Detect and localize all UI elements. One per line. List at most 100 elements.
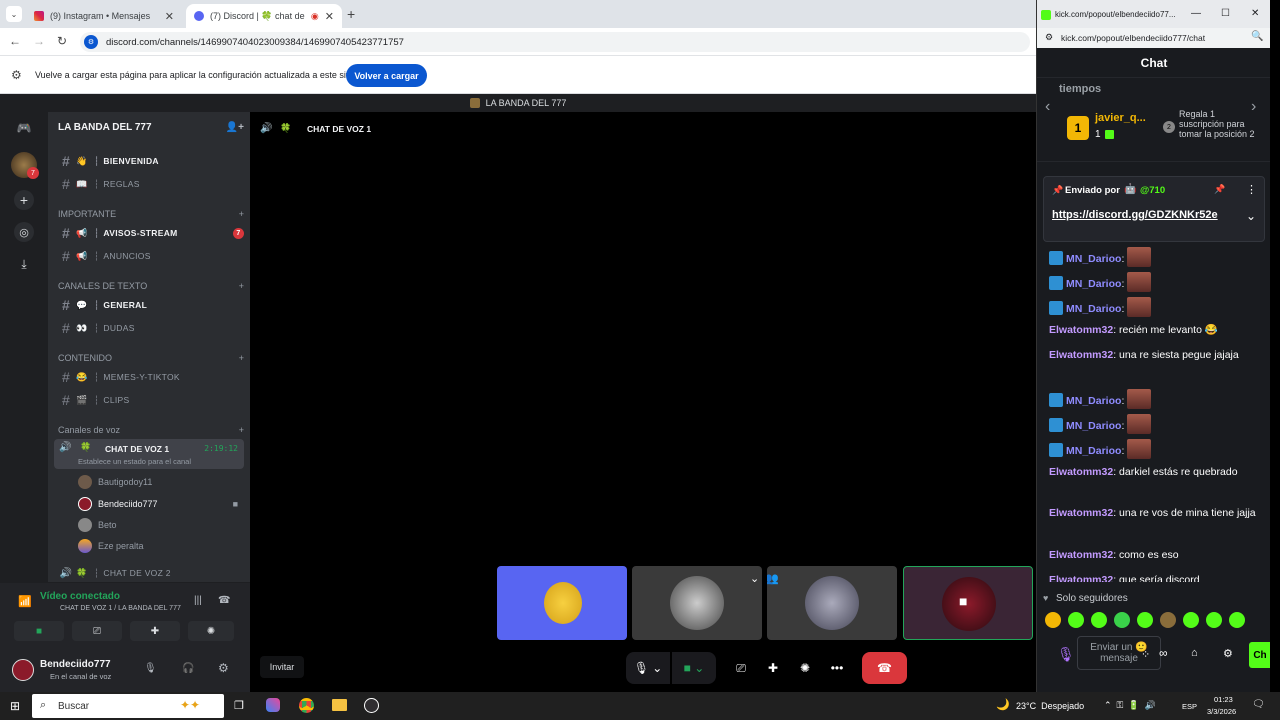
close-icon[interactable]: ✕ [325,10,334,23]
chat-send-button[interactable]: Ch [1249,642,1270,668]
mic-icon[interactable]: 🎙 [1057,646,1075,663]
new-tab-button[interactable]: + [347,6,355,22]
emote-icon[interactable] [1114,612,1130,628]
tab-search-icon[interactable]: ⌄ [6,6,22,22]
category-voz[interactable]: Canales de voz + [58,425,244,435]
add-channel-icon[interactable]: + [239,353,244,363]
soundboard-button[interactable]: ✺ [790,652,820,684]
task-view-icon[interactable]: ❐ [234,699,244,712]
chat-username[interactable]: MN_Darioo [1066,278,1121,290]
emote-icon[interactable] [1183,612,1199,628]
chat-username[interactable]: Elwatomm32 [1049,324,1113,336]
voice-user[interactable]: Bautigodoy11 [78,475,152,489]
gift-cta[interactable]: Regala 1 suscripción para tomar la posic… [1179,109,1255,139]
voice-user[interactable]: Beto [78,518,117,532]
channel-anuncios[interactable]: # 📢 ┆ ANUNCIOS [56,246,244,266]
forward-icon[interactable]: → [33,34,45,48]
pinned-message[interactable]: 📌 Enviado por 🤖 @710 📌 ⋮ https://discord… [1043,176,1265,242]
pinned-user[interactable]: @710 [1140,185,1165,196]
video-tile[interactable] [497,566,627,640]
channel-general[interactable]: # 💬 ┆ GENERAL [56,295,244,315]
category-texto[interactable]: CANALES DE TEXTO + [58,281,244,291]
chat-username[interactable]: Elwatomm32 [1049,549,1113,561]
chat-username[interactable]: MN_Darioo [1066,420,1121,432]
camera-button[interactable]: ■ [14,621,64,641]
channel-memes[interactable]: # 😂 ┆ MEMES-Y-TIKTOK [56,367,244,387]
emote-icon[interactable] [1160,612,1176,628]
chevron-right-icon[interactable]: › [1251,98,1256,116]
chat-username[interactable]: Elwatomm32 [1049,466,1113,478]
maximize-icon[interactable]: ☐ [1221,8,1230,19]
channel-bienvenida[interactable]: # 👋 ┆ BIENVENIDA [56,151,244,171]
file-explorer-icon[interactable] [332,699,347,711]
noise-icon[interactable]: ||| [194,595,202,606]
settings-icon[interactable]: ⚙ [1223,647,1233,660]
clock-date[interactable]: 3/3/2026 [1207,707,1236,716]
more-icon[interactable]: ⋮ [1246,183,1257,196]
add-member-icon[interactable]: 👤+ [226,122,244,133]
camera-button[interactable]: ■ ⌄ [672,652,716,684]
download-icon[interactable]: ⤓ [14,254,34,274]
infinity-icon[interactable]: ∞ [1159,646,1168,660]
disconnect-icon[interactable]: ☎ [218,595,230,606]
emote-icon[interactable] [1137,612,1153,628]
chat-username[interactable]: MN_Darioo [1066,303,1121,315]
emote-icon[interactable] [1206,612,1222,628]
windows-start-icon[interactable]: ⊞ [10,699,20,713]
video-tile-self[interactable]: ■ [903,566,1033,640]
emote-icon[interactable] [1068,612,1084,628]
category-importante[interactable]: IMPORTANTE + [58,209,244,219]
chat-username[interactable]: Elwatomm32 [1049,507,1113,519]
activities-button[interactable]: ✚ [758,652,788,684]
obs-icon[interactable] [364,698,379,713]
zoom-icon[interactable]: 🔍 [1251,31,1263,42]
chevron-down-icon[interactable]: ⌄ [1246,209,1256,223]
add-channel-icon[interactable]: + [239,281,244,291]
tab-instagram[interactable]: (9) Instagram • Mensajes ✕ [26,4,182,28]
activities-button[interactable]: ✚ [130,621,180,641]
leader-name[interactable]: javier_q... [1095,112,1146,124]
tab-discord[interactable]: (7) Discord | 🍀 chat de vo ◉ ✕ [186,4,342,28]
user-area[interactable]: Bendeciido777 En el canal de voz 🎙 🎧 ⚙ [12,657,242,683]
language-indicator[interactable]: ESP [1182,702,1197,711]
address-bar[interactable]: ⚙ discord.com/channels/14699074040230093… [80,32,1030,52]
emote-icon[interactable] [1091,612,1107,628]
invite-button[interactable]: Invitar [260,656,304,678]
chevron-left-icon[interactable]: ‹ [1045,98,1050,116]
voice-user[interactable]: Bendeciido777 ■ [78,497,238,511]
minimize-icon[interactable]: — [1191,8,1201,19]
clock-time[interactable]: 01:23 [1214,695,1233,704]
chat-username[interactable]: MN_Darioo [1066,253,1121,265]
channel-reglas[interactable]: # 📖 ┆ REGLAS [56,174,244,194]
voice-status[interactable]: Establece un estado para el canal [78,457,191,466]
chat-username[interactable]: Elwatomm32 [1049,574,1113,582]
mic-icon[interactable]: 🎙 [144,663,157,674]
reload-button[interactable]: Volver a cargar [346,64,427,87]
voice-channel-active[interactable]: 🔊 🍀 CHAT DE VOZ 1 2:19:12 Establece un e… [54,439,244,469]
add-server-icon[interactable]: + [14,190,34,210]
taskbar-search[interactable]: ⌕ Buscar ✦✦ [32,694,224,718]
screen-share-button[interactable]: ⎚ [72,621,122,641]
channel-dudas[interactable]: # 👀 ┆ DUDAS [56,318,244,338]
settings-icon[interactable]: ⚙ [218,661,229,675]
channel-avisos-stream[interactable]: # 📢 ┆ AVISOS-STREAM 7 [56,223,244,243]
headphones-icon[interactable]: 🎧 [182,663,194,674]
participants-icon[interactable]: 👥 [767,572,779,585]
voice-channel-2[interactable]: 🔊 🍀 ┆ CHAT DE VOZ 2 [56,563,244,582]
emote-icon[interactable] [1045,612,1061,628]
reload-icon[interactable]: ↻ [57,34,67,48]
copilot-icon[interactable] [266,698,280,712]
emote-icon[interactable] [1229,612,1245,628]
add-channel-icon[interactable]: + [239,425,244,435]
video-tile[interactable]: 👥 [767,566,897,640]
emoji-icon[interactable]: ⁘ [1141,648,1150,661]
close-icon[interactable]: ✕ [165,10,174,23]
explore-icon[interactable]: ◎ [14,222,34,242]
site-info-icon[interactable]: ⚙ [84,35,98,49]
chat-username[interactable]: MN_Darioo [1066,395,1121,407]
store-icon[interactable]: ⌂ [1191,647,1198,659]
back-icon[interactable]: ← [9,34,21,48]
tray-icons[interactable]: ⌃⚿🔋🔊 [1104,700,1161,711]
screen-share-button[interactable]: ⎚ [726,652,756,684]
mic-button[interactable]: 🎙 ⌄ [626,652,670,684]
